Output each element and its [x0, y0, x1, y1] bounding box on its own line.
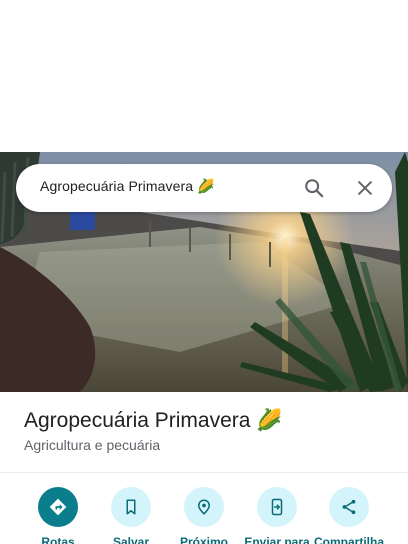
share-button[interactable]: Compartilha [309, 487, 389, 544]
share-icon [329, 487, 369, 527]
close-icon[interactable] [351, 174, 379, 202]
place-category: Agricultura e pecuária [24, 437, 161, 453]
send-to-phone-button[interactable]: Enviar para [237, 487, 317, 544]
action-label: Rotas [41, 535, 75, 544]
search-icon[interactable] [300, 174, 328, 202]
directions-button[interactable]: Rotas [18, 487, 98, 544]
save-button[interactable]: Salvar [91, 487, 171, 544]
search-query[interactable]: Agropecuária Primavera 🌽 [40, 178, 215, 195]
place-title: Agropecuária Primavera 🌽 [24, 409, 283, 432]
directions-icon [38, 487, 78, 527]
send-to-phone-icon [257, 487, 297, 527]
action-label: Compartilha [313, 535, 384, 544]
action-label: Enviar para [244, 535, 310, 544]
bookmark-icon [111, 487, 151, 527]
action-label: Salvar [112, 535, 150, 544]
nearby-icon [184, 487, 224, 527]
divider [0, 472, 408, 473]
action-label: Próximo [179, 535, 228, 544]
search-bar[interactable]: Agropecuária Primavera 🌽 [16, 164, 392, 212]
nearby-button[interactable]: Próximo [164, 487, 244, 544]
